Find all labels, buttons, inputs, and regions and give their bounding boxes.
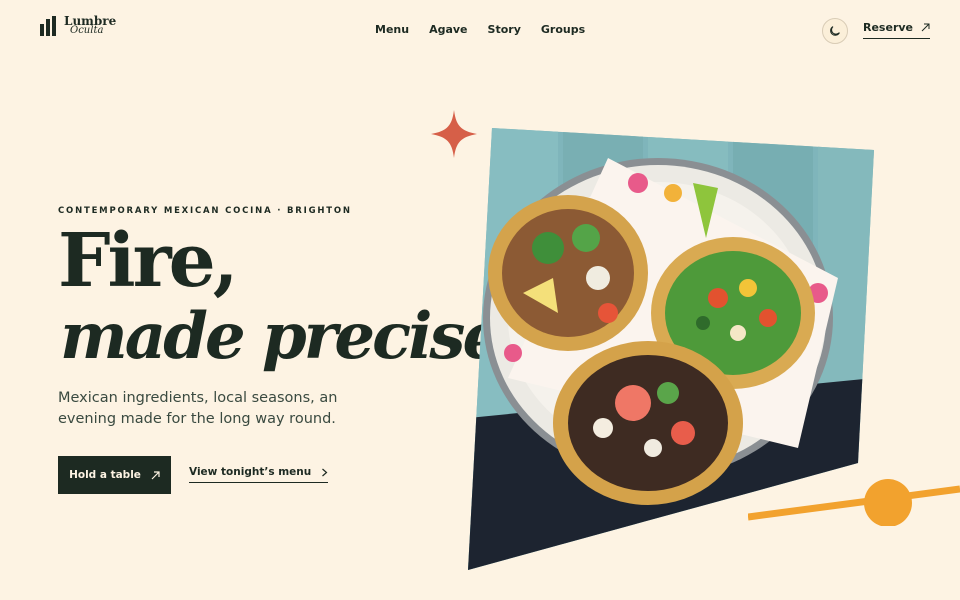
view-menu-link[interactable]: View tonight’s menu xyxy=(189,466,329,483)
nav-item-agave[interactable]: Agave xyxy=(429,23,467,36)
hero-title-line1: Fire, xyxy=(58,218,238,304)
hold-table-label: Hold a table xyxy=(69,469,141,481)
hero-title-line2: made precise xyxy=(60,299,503,374)
moon-icon xyxy=(830,26,840,36)
chevron-right-icon xyxy=(322,468,328,476)
brand-name: Lumbre Oculta xyxy=(64,15,116,36)
theme-toggle-button[interactable] xyxy=(822,18,848,44)
hero-lead: Mexican ingredients, local seasons, an e… xyxy=(58,390,338,427)
view-menu-label: View tonight’s menu xyxy=(189,466,312,478)
nav-item-story[interactable]: Story xyxy=(488,23,521,36)
hero-title: Fire, made precise xyxy=(58,218,503,374)
logo-bars-icon xyxy=(40,16,58,36)
brand-logo[interactable]: Lumbre Oculta xyxy=(40,15,116,36)
hold-table-button[interactable]: Hold a table xyxy=(58,456,171,494)
orange-sun-decoration xyxy=(748,479,960,526)
nav-item-groups[interactable]: Groups xyxy=(541,23,585,36)
reserve-link[interactable]: Reserve xyxy=(863,21,930,39)
arrow-up-right-icon xyxy=(151,470,160,479)
hero-eyebrow: CONTEMPORARY MEXICAN COCINA · BRIGHTON xyxy=(58,206,352,216)
nav-item-menu[interactable]: Menu xyxy=(375,23,409,36)
main-nav: Menu Agave Story Groups xyxy=(375,23,585,36)
reserve-label: Reserve xyxy=(863,21,913,34)
arrow-up-right-icon xyxy=(921,23,930,32)
